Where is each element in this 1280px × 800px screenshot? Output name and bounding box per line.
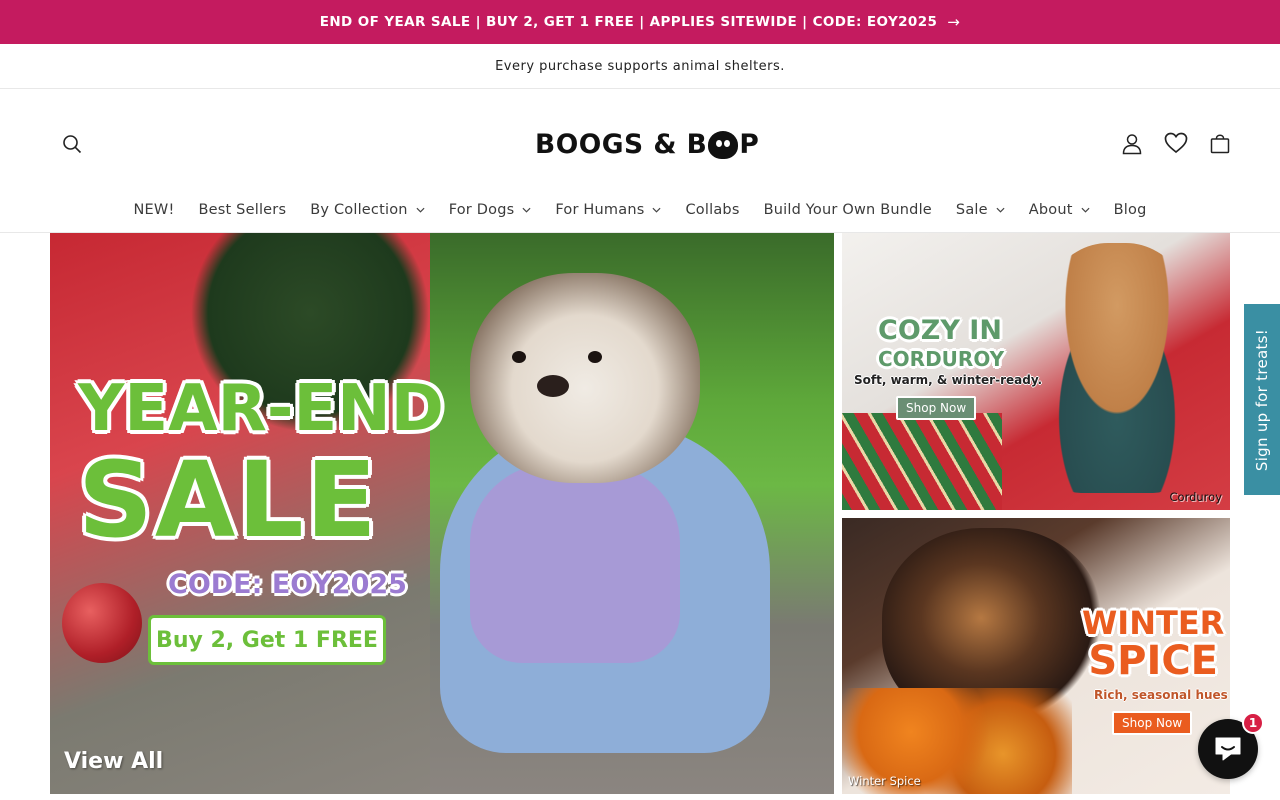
arrow-right-icon: → (947, 13, 961, 31)
shop-now-button[interactable]: Shop Now (1112, 711, 1193, 735)
chat-bubble-icon (1215, 737, 1241, 761)
dog-nose (537, 375, 569, 397)
nav-item-by-collection[interactable]: By Collection (298, 199, 436, 221)
dog-eye (512, 351, 526, 363)
nav-item-for-humans[interactable]: For Humans (543, 199, 673, 221)
chevron-down-icon (996, 207, 1005, 213)
nav-item-best-sellers[interactable]: Best Sellers (186, 199, 298, 221)
main-nav: NEW! Best Sellers By Collection For Dogs… (0, 199, 1280, 221)
tile-title-line2: SPICE (1088, 638, 1218, 684)
nav-label: Collabs (685, 202, 740, 218)
tile-title: WINTER SPICE (1082, 604, 1225, 684)
paw-logo-icon (708, 131, 739, 159)
sub-announcement-text: Every purchase supports animal shelters. (495, 58, 785, 74)
tile-subtitle: Rich, seasonal hues (1094, 688, 1228, 702)
promo-tile-corduroy[interactable]: COZY IN CORDUROY Soft, warm, & winter-re… (842, 233, 1230, 510)
hero-view-all-link[interactable]: View All (64, 749, 163, 774)
chat-notification-badge: 1 (1242, 712, 1264, 734)
tile-title: COZY IN CORDUROY (878, 317, 1004, 373)
hero-offer-badge: Buy 2, Get 1 FREE (148, 615, 386, 665)
hero-promo-code: CODE: EOY2025 (168, 569, 407, 600)
sub-announcement-bar: Every purchase supports animal shelters. (0, 44, 1280, 89)
poodle-image (1027, 243, 1207, 493)
tile-caption: Winter Spice (848, 774, 921, 788)
wishlist-heart-icon[interactable] (1161, 128, 1191, 158)
site-logo[interactable]: BOOGS & B P (535, 125, 759, 163)
nav-label: For Dogs (448, 202, 515, 218)
hero-title-line1: YEAR-END (78, 372, 444, 446)
tile-title-line1: WINTER (1082, 604, 1225, 642)
dog-harness (470, 463, 680, 663)
nav-label: For Humans (555, 202, 645, 218)
announcement-bar[interactable]: END OF YEAR SALE | BUY 2, GET 1 FREE | A… (0, 0, 1280, 44)
search-icon[interactable] (57, 129, 87, 159)
dog-head (470, 273, 700, 483)
site-header: BOOGS & B P NEW! Best Sellers By Collect… (0, 89, 1280, 233)
account-icon[interactable] (1117, 129, 1147, 159)
nav-label: NEW! (133, 202, 175, 218)
logo-text: BOOGS & B (535, 128, 708, 160)
ornament-image (62, 583, 142, 663)
shop-now-button[interactable]: Shop Now (896, 396, 977, 420)
chevron-down-icon (652, 207, 661, 213)
plaid-gift-image (842, 413, 1002, 510)
nav-item-for-dogs[interactable]: For Dogs (437, 199, 544, 221)
nav-item-sale[interactable]: Sale (944, 199, 1017, 221)
tile-caption: Corduroy (1169, 490, 1223, 504)
signup-tab-label: Sign up for treats! (1253, 328, 1272, 471)
nav-item-about[interactable]: About (1017, 199, 1102, 221)
nav-label: Best Sellers (198, 202, 287, 218)
announcement-text: END OF YEAR SALE | BUY 2, GET 1 FREE | A… (319, 14, 938, 30)
chevron-down-icon (416, 207, 425, 213)
chevron-down-icon (522, 207, 531, 213)
nav-item-collabs[interactable]: Collabs (673, 199, 751, 221)
nav-label: Blog (1113, 202, 1147, 218)
nav-item-build-bundle[interactable]: Build Your Own Bundle (752, 199, 944, 221)
nav-label: About (1028, 202, 1073, 218)
tile-subtitle: Soft, warm, & winter-ready. (854, 373, 1043, 387)
dog-eye (588, 351, 602, 363)
nav-item-blog[interactable]: Blog (1102, 199, 1159, 221)
tile-title-line2: CORDUROY (878, 347, 1005, 371)
tile-title-line1: COZY IN (878, 315, 1002, 346)
nav-item-new[interactable]: NEW! (122, 199, 187, 221)
chevron-down-icon (1081, 207, 1090, 213)
cart-icon[interactable] (1205, 129, 1235, 159)
hero-banner[interactable]: YEAR-END SALE CODE: EOY2025 Buy 2, Get 1… (50, 233, 834, 794)
signup-side-tab[interactable]: Sign up for treats! (1244, 304, 1280, 495)
nav-label: Build Your Own Bundle (763, 202, 932, 218)
hero-title: YEAR-END SALE (78, 373, 444, 555)
nav-label: By Collection (310, 202, 408, 218)
promo-tile-winter-spice[interactable]: WINTER SPICE Rich, seasonal hues Shop No… (842, 518, 1230, 794)
logo-text-end: P (739, 128, 760, 160)
nav-label: Sale (955, 202, 988, 218)
hero-title-line2: SALE (78, 439, 379, 561)
